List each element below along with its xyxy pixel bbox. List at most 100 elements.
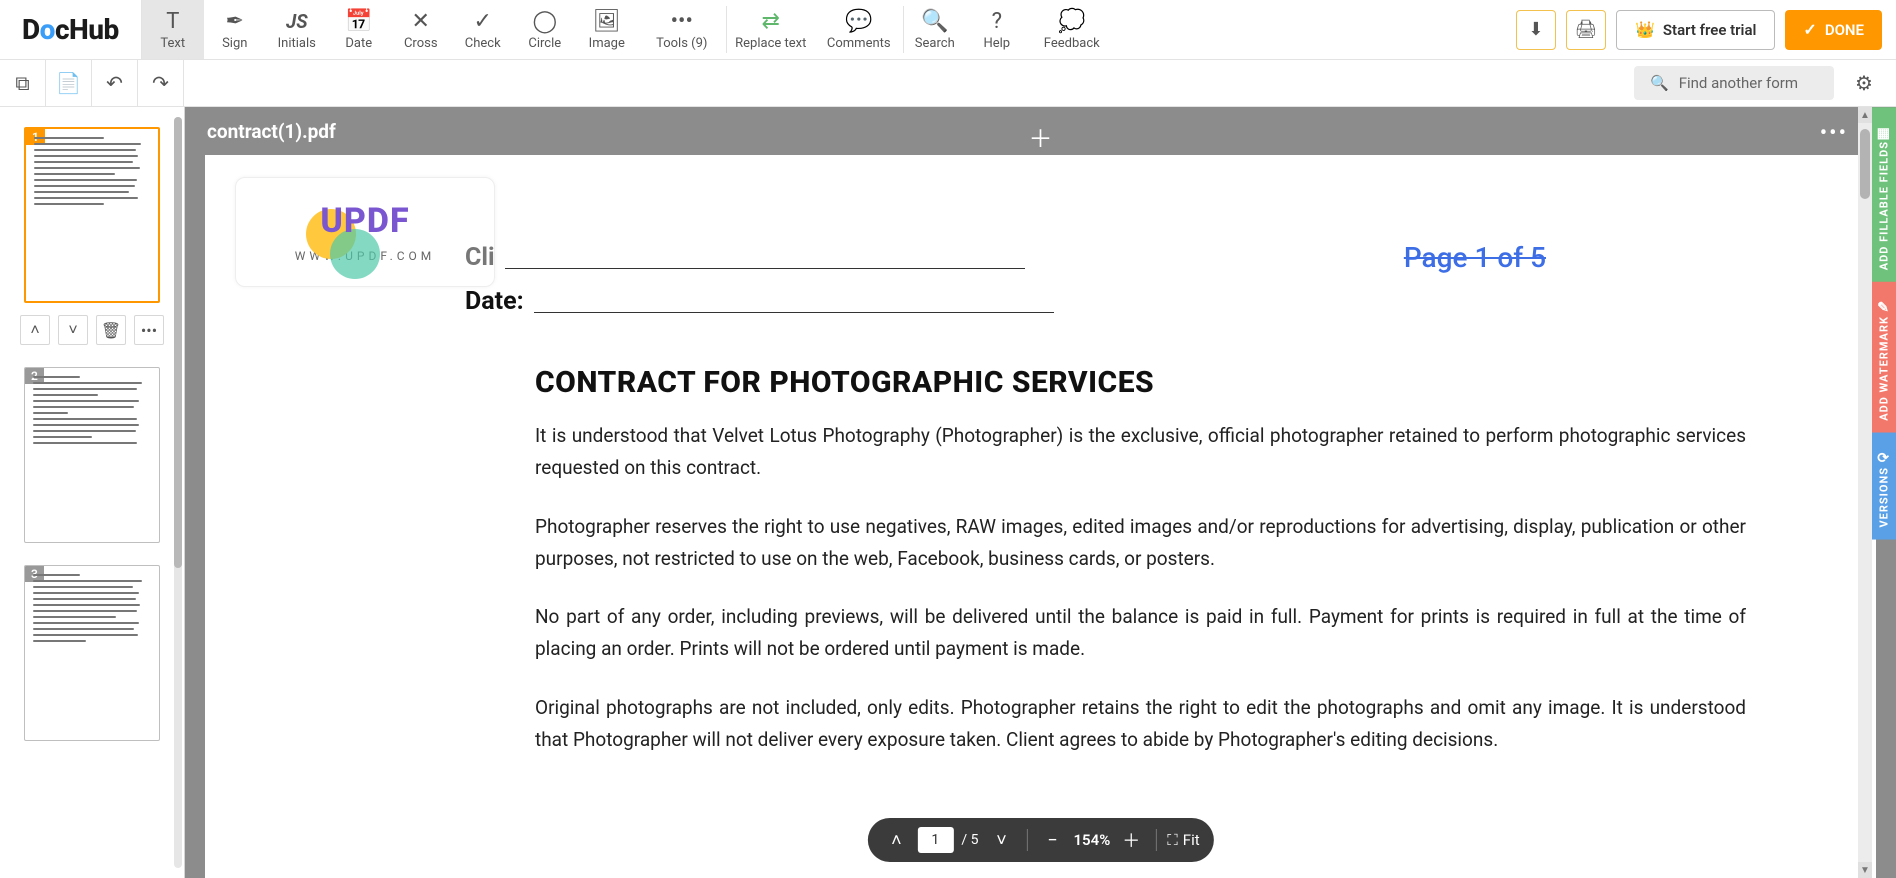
add-tab-button[interactable]: ＋ (1029, 119, 1053, 154)
client-field-row: Cli (465, 243, 1025, 272)
page-number-input[interactable]: 1 (917, 827, 953, 853)
tool-help-label: Help (983, 36, 1010, 51)
tool-cross[interactable]: ✕ Cross (390, 0, 452, 59)
page-up-button[interactable]: ˄ (881, 825, 911, 855)
client-label: Cli (465, 243, 495, 272)
circle-icon: ◯ (532, 8, 557, 34)
tool-check[interactable]: ✓ Check (452, 0, 514, 59)
thumbnail-page-1[interactable]: 1 (24, 127, 160, 303)
help-icon: ? (992, 8, 1002, 34)
check-icon: ✓ (1803, 20, 1816, 39)
rail-fillable-fields[interactable]: ADD FILLABLE FIELDS ▦ (1872, 107, 1896, 282)
initials-icon: JS (286, 8, 308, 34)
minus-icon: − (1047, 830, 1057, 851)
thumb-move-down-button[interactable]: ˅ (58, 315, 88, 345)
side-rails: ADD FILLABLE FIELDS ▦ ADD WATERMARK ✎ VE… (1872, 107, 1896, 878)
page-view[interactable]: UPDF WWW.UPDF.COM Page 1 of 5 Cli Date: … (205, 155, 1876, 878)
tool-text[interactable]: T Text (142, 0, 204, 59)
overflow-icon: ••• (141, 321, 157, 340)
tool-help[interactable]: ? Help (966, 0, 1028, 59)
pages-panel-button[interactable]: ⧉ (0, 60, 46, 107)
rail-versions[interactable]: VERSIONS ⟳ (1872, 433, 1896, 540)
zoom-out-button[interactable]: − (1037, 825, 1067, 855)
app-logo[interactable]: DocHub (0, 0, 142, 59)
tool-initials[interactable]: JS Initials (266, 0, 328, 59)
rail-watermark-label: ADD WATERMARK (1878, 316, 1891, 421)
find-form-placeholder: Find another form (1679, 74, 1798, 92)
tool-tools[interactable]: ••• Tools (9) (638, 0, 726, 59)
download-button[interactable]: ⬇ (1516, 10, 1556, 50)
tool-date[interactable]: 📅 Date (328, 0, 390, 59)
page-dropdown-button[interactable]: ˅ (986, 825, 1016, 855)
print-button[interactable]: 🖨 (1566, 10, 1606, 50)
start-trial-button[interactable]: 👑 Start free trial (1616, 10, 1775, 50)
document-filename: contract(1).pdf (207, 120, 336, 143)
watermark-text: UPDF (320, 201, 409, 241)
page-indicator: Page 1 of 5 (1404, 241, 1546, 274)
fit-icon: ⛶ (1167, 831, 1178, 849)
redo-button[interactable]: ↷ (138, 60, 184, 107)
chevron-up-icon: ˄ (891, 830, 902, 851)
scroll-handle[interactable] (1860, 129, 1870, 199)
tool-circle[interactable]: ◯ Circle (514, 0, 576, 59)
thumbnail-panel: 1 ˄ ˅ 🗑 ••• 2 3 (0, 107, 185, 878)
image-icon: 🖼 (593, 8, 621, 34)
tool-replace-label: Replace text (735, 36, 806, 51)
zoom-in-button[interactable]: ＋ (1116, 825, 1146, 855)
undo-icon: ↶ (106, 71, 123, 95)
thumb-more-button[interactable]: ••• (134, 315, 164, 345)
contract-paragraph: No part of any order, including previews… (535, 601, 1746, 666)
fit-button[interactable]: ⛶ Fit (1167, 831, 1199, 849)
tool-image-label: Image (589, 36, 625, 51)
thumbnail-scrollbar[interactable] (174, 117, 182, 868)
replace-icon: ⇄ (762, 8, 780, 34)
tool-check-label: Check (465, 36, 501, 51)
tool-search[interactable]: 🔍 Search (904, 0, 966, 59)
comment-icon: 💬 (845, 8, 872, 34)
scroll-up-arrow[interactable]: ▲ (1858, 107, 1872, 123)
watermark-badge: UPDF WWW.UPDF.COM (235, 177, 495, 287)
thumbnail-page-3[interactable]: 3 (24, 565, 160, 741)
sub-toolbar: ⧉ 📄 ↶ ↷ 🔍 Find another form ⚙ (0, 60, 1896, 107)
date-field-row: Date: (465, 287, 1054, 316)
vertical-scrollbar[interactable]: ▲ ▼ (1858, 107, 1872, 878)
document-canvas: contract(1).pdf ＋ ••• UPDF WWW.UPDF.COM … (185, 107, 1896, 878)
tool-feedback[interactable]: 💭 Feedback (1028, 0, 1116, 59)
tool-image[interactable]: 🖼 Image (576, 0, 638, 59)
main-layout: 1 ˄ ˅ 🗑 ••• 2 3 contract(1).pdf ＋ ••• UP… (0, 107, 1896, 878)
thumbnail-actions: ˄ ˅ 🗑 ••• (20, 315, 164, 345)
pen-icon: ✒ (226, 8, 244, 34)
scroll-down-arrow[interactable]: ▼ (1858, 862, 1872, 878)
thumb-delete-button[interactable]: 🗑 (96, 315, 126, 345)
rail-watermark[interactable]: ADD WATERMARK ✎ (1872, 282, 1896, 433)
text-icon: T (166, 8, 179, 34)
tool-comments-label: Comments (827, 36, 891, 51)
tab-more-button[interactable]: ••• (1820, 121, 1848, 146)
tool-text-label: Text (160, 36, 185, 51)
thumb-move-up-button[interactable]: ˄ (20, 315, 50, 345)
thumbnail-page-2[interactable]: 2 (24, 367, 160, 543)
start-trial-label: Start free trial (1663, 21, 1757, 39)
client-underline (505, 247, 1025, 269)
contract-body: It is understood that Velvet Lotus Photo… (535, 420, 1746, 782)
undo-button[interactable]: ↶ (92, 60, 138, 107)
done-label: DONE (1825, 21, 1864, 39)
cross-icon: ✕ (412, 8, 430, 34)
tool-sign[interactable]: ✒ Sign (204, 0, 266, 59)
chevron-down-icon: ˅ (996, 830, 1007, 851)
search-icon: 🔍 (1650, 74, 1669, 92)
page-settings-button[interactable]: 📄 (46, 60, 92, 107)
contract-paragraph: Photographer reserves the right to use n… (535, 511, 1746, 576)
tool-cross-label: Cross (404, 36, 438, 51)
find-form-search[interactable]: 🔍 Find another form (1634, 66, 1834, 100)
tool-replace-text[interactable]: ⇄ Replace text (727, 0, 815, 59)
tool-comments[interactable]: 💬 Comments (815, 0, 903, 59)
done-button[interactable]: ✓ DONE (1785, 10, 1882, 50)
trash-icon: 🗑 (101, 321, 121, 340)
check-icon: ✓ (474, 8, 492, 34)
document-tabbar: contract(1).pdf ＋ ••• (185, 107, 1896, 155)
gear-icon: ⚙ (1855, 71, 1873, 95)
print-icon: 🖨 (1575, 19, 1598, 40)
settings-button[interactable]: ⚙ (1846, 65, 1882, 101)
fields-icon: ▦ (1877, 125, 1891, 141)
